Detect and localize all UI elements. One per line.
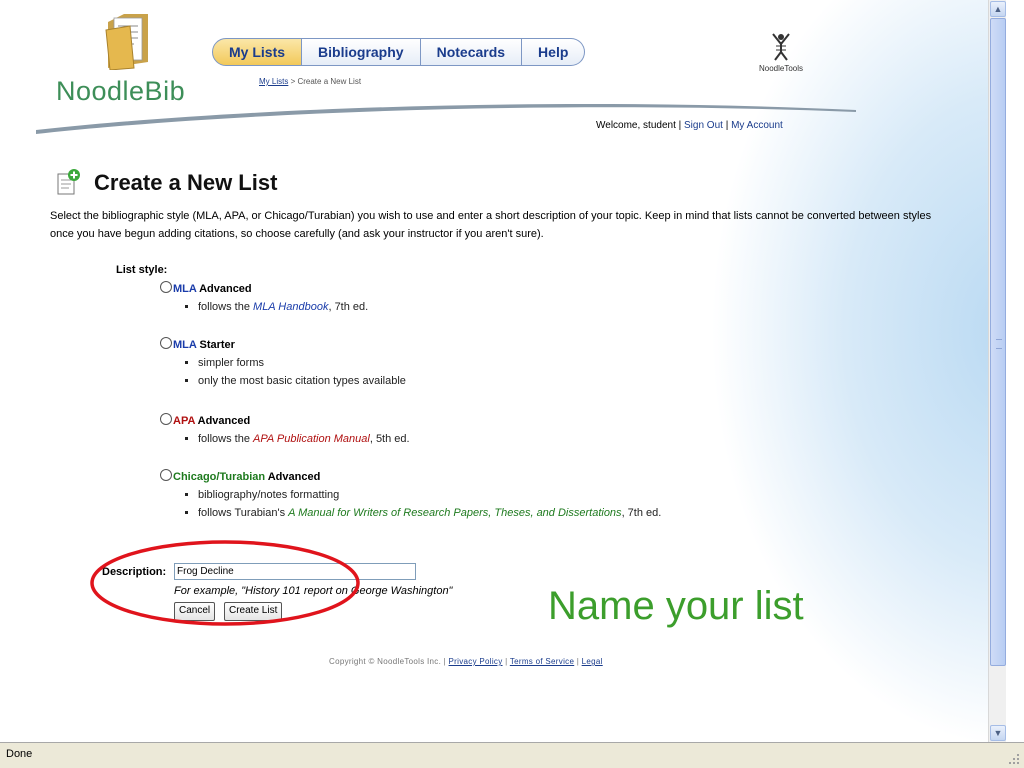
legal-link[interactable]: Legal — [582, 657, 603, 666]
copyright-text: Copyright © NoodleTools Inc. | — [329, 657, 449, 666]
breadcrumb: My Lists > Create a New List — [259, 77, 361, 86]
style-option-apa-advanced: APA Advanced follows the APA Publication… — [160, 413, 410, 448]
list-item: follows the MLA Handbook, 7th ed. — [198, 298, 368, 316]
style-prefix: APA — [173, 415, 195, 427]
radio-chicago-advanced[interactable] — [160, 469, 172, 481]
breadcrumb-my-lists-link[interactable]: My Lists — [259, 77, 288, 86]
style-option-chicago-advanced: Chicago/Turabian Advanced bibliography/n… — [160, 469, 661, 522]
scroll-grip-icon — [996, 339, 1002, 349]
footer-separator: | — [502, 657, 510, 666]
terms-of-service-link[interactable]: Terms of Service — [510, 657, 574, 666]
scrollbar-thumb[interactable] — [990, 18, 1006, 666]
tab-bibliography[interactable]: Bibliography — [302, 38, 421, 66]
tab-help[interactable]: Help — [522, 38, 586, 66]
status-bar: Done — [0, 742, 1024, 768]
right-frame-edge — [1006, 0, 1024, 768]
new-list-icon — [57, 169, 80, 195]
style-prefix: MLA — [173, 283, 197, 295]
list-item: follows the APA Publication Manual, 5th … — [198, 430, 410, 448]
style-suffix: Advanced — [265, 471, 321, 483]
annotation-ellipse — [90, 540, 360, 626]
style-option-mla-advanced: MLA Advanced follows the MLA Handbook, 7… — [160, 281, 368, 316]
noodletools-logo: NoodleTools — [751, 32, 811, 73]
list-item: follows Turabian's A Manual for Writers … — [198, 504, 661, 522]
welcome-bar: Welcome, student | Sign Out | My Account — [596, 120, 783, 131]
breadcrumb-current: > Create a New List — [288, 77, 362, 86]
folder-logo-icon — [105, 14, 148, 70]
scroll-up-icon[interactable]: ▲ — [990, 1, 1006, 17]
scroll-down-icon[interactable]: ▼ — [990, 725, 1006, 741]
radio-mla-advanced[interactable] — [160, 281, 172, 293]
list-item: only the most basic citation types avail… — [198, 372, 406, 390]
style-suffix: Advanced — [195, 415, 251, 427]
list-style-label: List style: — [116, 264, 168, 276]
list-item: bibliography/notes formatting — [198, 486, 661, 504]
list-item: simpler forms — [198, 354, 406, 372]
noodletools-logo-text: NoodleTools — [758, 64, 804, 73]
radio-mla-starter[interactable] — [160, 337, 172, 349]
style-suffix: Advanced — [196, 283, 252, 295]
footer: Copyright © NoodleTools Inc. | Privacy P… — [329, 657, 603, 666]
welcome-text: Welcome, student | — [596, 120, 685, 131]
style-suffix: Starter — [196, 339, 235, 351]
style-prefix: Chicago/Turabian — [173, 471, 266, 483]
style-prefix: MLA — [173, 339, 197, 351]
footer-separator: | — [574, 657, 582, 666]
resize-grip-icon[interactable] — [1008, 753, 1020, 765]
my-account-link[interactable]: My Account — [731, 120, 783, 131]
status-text: Done — [6, 748, 33, 760]
vertical-scrollbar[interactable]: ▲ ▼ — [988, 0, 1007, 742]
annotation-text: Name your list — [548, 584, 804, 628]
browser-viewport: NoodleBib My Lists Bibliography Notecard… — [16, 0, 988, 742]
page-title: Create a New List — [94, 170, 278, 195]
intro-text: Select the bibliographic style (MLA, APA… — [50, 210, 932, 240]
main-nav: My Lists Bibliography Notecards Help — [212, 38, 586, 66]
welcome-separator: | — [722, 120, 732, 131]
noodletools-figure-icon — [772, 33, 790, 61]
left-frame-edge — [0, 0, 16, 742]
tab-notecards[interactable]: Notecards — [420, 38, 523, 66]
sign-out-link[interactable]: Sign Out — [684, 120, 723, 131]
style-option-mla-starter: MLA Starter simpler forms only the most … — [160, 337, 406, 390]
privacy-policy-link[interactable]: Privacy Policy — [449, 657, 503, 666]
radio-apa-advanced[interactable] — [160, 413, 172, 425]
tab-my-lists[interactable]: My Lists — [212, 38, 303, 66]
